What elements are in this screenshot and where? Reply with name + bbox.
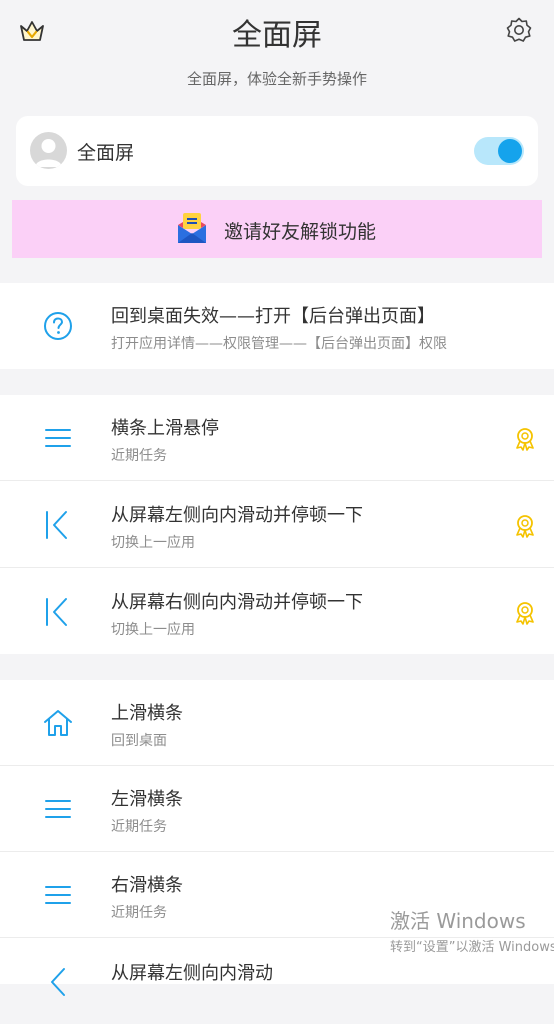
gesture-title: 横条上滑悬停: [111, 418, 219, 439]
gesture-title: 从屏幕右侧向内滑动并停顿一下: [111, 592, 363, 613]
help-row[interactable]: 回到桌面失效——打开【后台弹出页面】 打开应用详情——权限管理——【后台弹出页面…: [0, 283, 554, 369]
gesture-row-bar-swipe-left[interactable]: 左滑横条 近期任务: [0, 766, 554, 852]
toggle-knob: [498, 139, 522, 163]
watermark-title: 激活 Windows: [390, 909, 526, 933]
windows-activation-watermark: 激活 Windows 转到“设置”以激活 Windows。: [390, 905, 554, 955]
gesture-subtitle: 近期任务: [111, 905, 167, 921]
help-section: 回到桌面失效——打开【后台弹出页面】 打开应用详情——权限管理——【后台弹出页面…: [0, 283, 554, 369]
help-title: 回到桌面失效——打开【后台弹出页面】: [111, 306, 435, 327]
invite-friends-banner[interactable]: 邀请好友解锁功能: [12, 200, 542, 258]
award-badge-icon: [514, 514, 536, 538]
page-title: 全面屏: [232, 18, 322, 53]
gesture-subtitle: 回到桌面: [111, 733, 167, 749]
page-subtitle: 全面屏，体验全新手势操作: [186, 70, 367, 88]
back-to-start-icon: [42, 596, 74, 628]
fullscreen-toggle[interactable]: [474, 137, 524, 165]
menu-icon: [42, 793, 74, 825]
gear-icon[interactable]: [505, 16, 533, 44]
question-icon: [42, 310, 74, 342]
award-badge-icon: [514, 601, 536, 625]
gesture-subtitle: 近期任务: [111, 819, 167, 835]
home-icon: [42, 707, 74, 739]
row-divider: [0, 567, 554, 568]
fullscreen-switch-label: 全面屏: [77, 142, 135, 164]
watermark-subtitle: 转到“设置”以激活 Windows。: [390, 940, 554, 955]
header: 全面屏: [0, 0, 554, 62]
menu-icon: [42, 879, 74, 911]
fullscreen-switch-card: 全面屏: [16, 116, 538, 186]
envelope-icon: [177, 212, 207, 245]
premium-gestures-section: 横条上滑悬停 近期任务 从屏幕左侧向内滑动并停顿一下 切换上一应用 从屏幕右侧向…: [0, 395, 554, 654]
award-badge-icon: [514, 427, 536, 451]
gesture-subtitle: 切换上一应用: [111, 622, 195, 638]
help-subtitle: 打开应用详情——权限管理——【后台弹出页面】权限: [111, 336, 447, 352]
row-divider: [0, 480, 554, 481]
gesture-subtitle: 切换上一应用: [111, 535, 195, 551]
gesture-row-bar-swipe-up[interactable]: 上滑横条 回到桌面: [0, 680, 554, 766]
gesture-title: 从屏幕左侧向内滑动: [111, 963, 273, 984]
invite-friends-label: 邀请好友解锁功能: [224, 221, 377, 243]
gesture-row-bar-swipe-up-hold[interactable]: 横条上滑悬停 近期任务: [0, 395, 554, 481]
avatar: [30, 132, 67, 169]
gesture-row-right-edge-swipe-hold[interactable]: 从屏幕右侧向内滑动并停顿一下 切换上一应用: [0, 569, 554, 655]
gesture-title: 左滑横条: [111, 789, 183, 810]
gesture-title: 上滑横条: [111, 703, 183, 724]
gesture-subtitle: 近期任务: [111, 448, 167, 464]
gesture-title: 右滑横条: [111, 875, 183, 896]
back-to-start-icon: [42, 509, 74, 541]
back-arrow-icon: [42, 966, 74, 998]
gesture-title: 从屏幕左侧向内滑动并停顿一下: [111, 505, 363, 526]
menu-icon: [42, 422, 74, 454]
gesture-row-left-edge-swipe-hold[interactable]: 从屏幕左侧向内滑动并停顿一下 切换上一应用: [0, 482, 554, 568]
